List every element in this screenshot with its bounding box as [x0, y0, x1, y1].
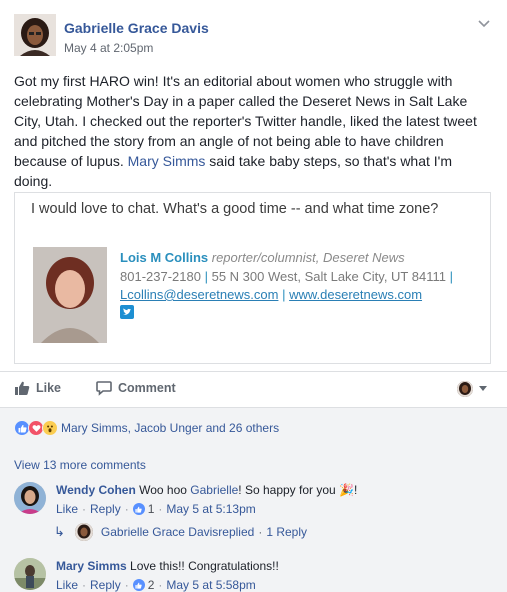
comment-button[interactable]: Comment	[96, 380, 176, 396]
reaction-summary[interactable]: Mary Simms, Jacob Unger and 26 others	[14, 420, 279, 436]
comment-timestamp[interactable]: May 5 at 5:58pm	[166, 578, 255, 592]
signature-role: reporter/columnist, Deseret News	[211, 250, 405, 265]
twitter-icon	[120, 305, 134, 319]
comment-meta: Like · Reply · 1 · May 5 at 5:13pm	[56, 502, 256, 516]
separator-dot: ·	[158, 502, 163, 516]
separator-dot: ·	[124, 578, 129, 592]
separator-dot: ·	[82, 502, 87, 516]
comments-section: Mary Simms, Jacob Unger and 26 others Vi…	[0, 408, 507, 592]
separator-dot: ·	[124, 502, 129, 516]
replier-name[interactable]: Gabrielle Grace Davis	[101, 525, 218, 539]
replied-text: replied	[218, 525, 255, 539]
like-button[interactable]: Like	[14, 380, 61, 396]
like-count-icon	[132, 503, 145, 515]
signature-website: www.deseretnews.com	[289, 287, 423, 302]
post-body: Got my first HARO win! It's an editorial…	[14, 71, 494, 191]
author-photo	[14, 14, 56, 56]
post-mention-link[interactable]: Mary Simms	[128, 153, 206, 169]
signature-phone: 801-237-2180	[120, 268, 201, 284]
comment-mention-link[interactable]: Gabrielle	[190, 483, 238, 497]
chevron-down-icon[interactable]	[477, 18, 491, 30]
comment-like-count[interactable]: 2	[148, 578, 155, 592]
comment-like-count[interactable]: 1	[148, 502, 155, 516]
comment-text: ! So happy for you	[238, 483, 340, 497]
comment-icon	[96, 381, 112, 396]
commenter-avatar[interactable]	[14, 482, 46, 514]
caret-down-icon[interactable]	[479, 386, 487, 391]
like-count-icon	[132, 579, 145, 591]
replier-avatar	[74, 523, 93, 541]
author-avatar[interactable]	[14, 14, 56, 56]
comment-body: Wendy Cohen Woo hoo Gabrielle! So happy …	[56, 482, 357, 498]
email-message-text: I would love to chat. What's a good time…	[31, 201, 439, 217]
replies-link[interactable]: ↳ Gabrielle Grace Davis replied · 1 Repl…	[54, 523, 307, 541]
reply-count[interactable]: 1 Reply	[266, 525, 307, 539]
comment-reply-button[interactable]: Reply	[90, 578, 121, 592]
email-signature: Lois M Collins reporter/columnist, Deser…	[120, 249, 453, 305]
thumbs-up-icon	[15, 381, 30, 395]
comment-like-button[interactable]: Like	[56, 578, 78, 592]
signature-address: 55 N 300 West, Salt Lake City, UT 84111	[211, 268, 446, 284]
comment-meta: Like · Reply · 2 · May 5 at 5:58pm	[56, 578, 256, 592]
signature-separator: |	[449, 268, 453, 284]
attached-image[interactable]: I would love to chat. What's a good time…	[14, 192, 491, 364]
commenter-name[interactable]: Mary Simms	[56, 559, 127, 573]
comment-label: Comment	[118, 381, 176, 395]
comment-body: Mary Simms Love this!! Congratulations!!	[56, 558, 279, 574]
like-label: Like	[36, 381, 62, 395]
signature-separator: |	[282, 287, 286, 302]
party-popper-icon: 🎉	[339, 483, 354, 497]
divider	[0, 371, 507, 372]
comment-like-button[interactable]: Like	[56, 502, 78, 516]
view-more-comments-link[interactable]: View 13 more comments	[14, 458, 146, 472]
signature-name: Lois M Collins	[120, 250, 209, 265]
comment-reply-button[interactable]: Reply	[90, 502, 121, 516]
separator-dot: ·	[258, 525, 263, 539]
post-card: Gabrielle Grace Davis May 4 at 2:05pm Go…	[0, 0, 507, 592]
commenter-avatar[interactable]	[14, 558, 46, 590]
signature-email: Lcollins@deseretnews.com	[120, 287, 279, 302]
separator-dot: ·	[82, 578, 87, 592]
wow-reaction-icon	[42, 420, 58, 436]
reply-arrow-icon: ↳	[54, 524, 65, 539]
comment-timestamp[interactable]: May 5 at 5:13pm	[166, 502, 255, 516]
post-author-name[interactable]: Gabrielle Grace Davis	[64, 20, 209, 36]
signature-photo	[33, 247, 107, 343]
reaction-icons	[14, 420, 58, 436]
post-actions: Like Comment	[14, 380, 493, 404]
commenter-name[interactable]: Wendy Cohen	[56, 483, 136, 497]
comment-text: Woo hoo	[135, 483, 191, 497]
comment-text: Love this!! Congratulations!!	[126, 559, 279, 573]
comment-text: !	[353, 483, 358, 497]
viewer-avatar[interactable]	[457, 381, 473, 397]
reaction-summary-text[interactable]: Mary Simms, Jacob Unger and 26 others	[61, 421, 279, 435]
post-timestamp[interactable]: May 4 at 2:05pm	[64, 41, 153, 55]
separator-dot: ·	[158, 578, 163, 592]
signature-separator: |	[204, 268, 208, 284]
